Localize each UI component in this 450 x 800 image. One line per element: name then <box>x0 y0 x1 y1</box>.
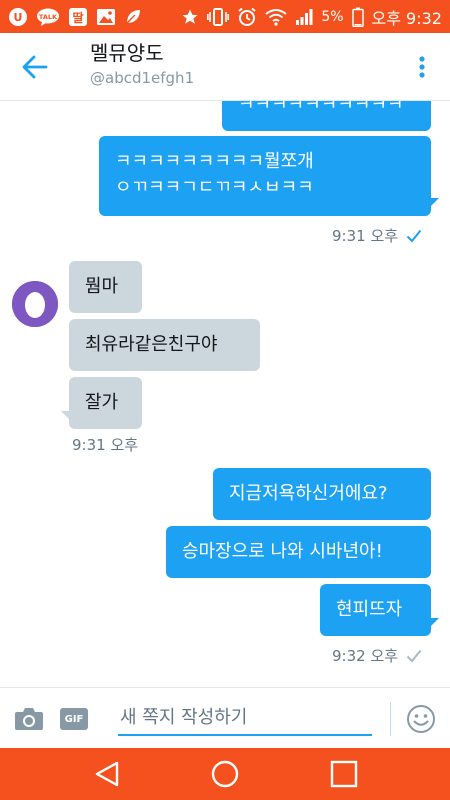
conversation-title: 멜뮤양도 <box>90 41 164 65</box>
smiley-icon <box>407 705 435 733</box>
message-meta-incoming: 9:31 오후 <box>72 434 138 455</box>
camera-button[interactable] <box>14 706 44 732</box>
message-text-line: ㅋㅋㅋㅋㅋㅋㅋㅋㅋ뭘쪼개 <box>115 151 314 172</box>
overflow-menu-button[interactable] <box>412 53 432 81</box>
gif-button[interactable]: GIF <box>60 708 88 730</box>
message-list[interactable]: ㅋㅋㅋㅋㅋㅋㅋㅋㅋㅋ ㅋㅋㅋㅋㅋㅋㅋㅋㅋ뭘쪼개 ㅇㄲㅋㅋㄱㄷㄲㅋㅅㅂㅋㅋ 9:3… <box>0 101 450 687</box>
nav-home-button[interactable] <box>210 759 240 789</box>
message-bubble-incoming[interactable]: 뭠마 <box>69 261 142 313</box>
nav-recents-button[interactable] <box>329 759 359 789</box>
ttal-badge-text: 딸 <box>72 10 83 25</box>
battery-icon <box>351 7 364 27</box>
message-bubble-incoming[interactable]: 최유라같은친구야 <box>69 319 260 371</box>
conversation-header: 멜뮤양도 @abcd1efgh1 <box>0 33 450 101</box>
composer-divider <box>390 702 391 736</box>
message-text: 뭠마 <box>85 276 119 297</box>
u-badge-text: U <box>14 11 23 24</box>
vibrate-icon <box>207 7 230 27</box>
status-bar-system: 5% 오후 9:32 <box>181 5 442 29</box>
sender-avatar[interactable] <box>12 281 58 327</box>
kakaotalk-icon: TALK <box>36 7 60 27</box>
message-timestamp: 9:31 오후 <box>72 436 139 454</box>
message-bubble-incoming[interactable]: 잘가 <box>69 377 142 429</box>
star-icon <box>181 7 199 27</box>
message-timestamp: 9:31 오후 <box>332 227 399 245</box>
message-text: ㅋㅋㅋㅋㅋㅋㅋㅋㅋㅋ <box>238 101 404 115</box>
system-navigation-bar <box>0 748 450 800</box>
message-bubble-outgoing[interactable]: 승마장으로 나와 시바년아! <box>166 526 431 578</box>
egg-avatar-icon <box>12 281 58 327</box>
bubble-tail <box>431 618 439 626</box>
square-recents-icon <box>330 760 358 788</box>
message-text: 잘가 <box>85 392 119 413</box>
ttal-app-icon: 딸 <box>68 7 88 27</box>
message-text: 현피뜨자 <box>336 599 403 620</box>
message-meta-outgoing: 9:31 오후 <box>332 225 422 246</box>
message-composer: GIF <box>0 687 450 748</box>
talk-badge-text: TALK <box>39 13 58 21</box>
battery-percent: 5% <box>321 8 344 25</box>
image-icon <box>96 7 116 27</box>
back-button[interactable] <box>20 53 50 81</box>
message-text: 지금저욕하신거에요? <box>229 483 388 504</box>
signal-icon <box>295 7 313 27</box>
read-check-icon <box>406 229 422 242</box>
wifi-icon <box>265 7 287 27</box>
message-text-line: ㅇㄲㅋㅋㄱㄷㄲㅋㅅㅂㅋㅋ <box>115 177 314 198</box>
message-bubble-outgoing[interactable]: 현피뜨자 <box>320 584 431 636</box>
message-text: 승마장으로 나와 시바년아! <box>182 541 383 562</box>
message-meta-outgoing: 9:32 오후 <box>332 645 422 666</box>
status-bar: U TALK 딸 5% 오후 9:32 <box>0 0 450 33</box>
message-timestamp: 9:32 오후 <box>332 647 399 665</box>
conversation-handle: @abcd1efgh1 <box>90 69 195 87</box>
more-vertical-icon <box>419 56 425 78</box>
u-plus-icon: U <box>8 7 28 27</box>
back-arrow-icon <box>22 55 48 79</box>
alarm-icon <box>237 7 257 27</box>
camera-icon <box>15 708 43 730</box>
leaf-icon <box>124 7 142 27</box>
sent-check-icon <box>406 649 422 662</box>
emoji-button[interactable] <box>406 704 436 734</box>
message-bubble-outgoing[interactable]: ㅋㅋㅋㅋㅋㅋㅋㅋㅋ뭘쪼개 ㅇㄲㅋㅋㄱㄷㄲㅋㅅㅂㅋㅋ <box>99 136 431 216</box>
message-input[interactable] <box>118 700 372 736</box>
message-text: 최유라같은친구야 <box>85 334 218 355</box>
status-time: 오후 9:32 <box>371 8 442 28</box>
message-bubble-outgoing[interactable]: 지금저욕하신거에요? <box>213 468 431 520</box>
circle-home-icon <box>211 760 239 788</box>
triangle-back-icon <box>95 761 119 787</box>
bubble-tail <box>61 411 69 419</box>
nav-back-button[interactable] <box>92 759 122 789</box>
message-bubble-outgoing[interactable]: ㅋㅋㅋㅋㅋㅋㅋㅋㅋㅋ <box>222 101 431 131</box>
conversation-title-block[interactable]: 멜뮤양도 @abcd1efgh1 <box>90 39 194 89</box>
bubble-tail <box>431 198 439 206</box>
gif-label: GIF <box>64 713 84 725</box>
status-bar-notifications: U TALK 딸 <box>8 7 142 27</box>
